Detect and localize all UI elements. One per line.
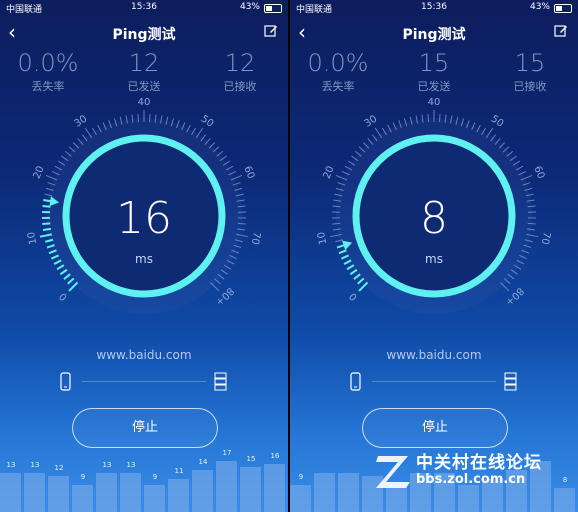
history-bar bbox=[144, 485, 165, 512]
history-bar-label: 13 bbox=[126, 461, 136, 469]
history-bar-label: 13 bbox=[102, 461, 112, 469]
stat-sent: 15 已发送 bbox=[386, 50, 482, 94]
dial-tick-label: 30 bbox=[363, 114, 380, 130]
dial-tick-label: 40 bbox=[138, 98, 151, 108]
history-bar-label: 13 bbox=[6, 461, 16, 469]
dial-tick-label: 0 bbox=[58, 290, 70, 302]
ping-stats: 0.0% 丢失率 15 已发送 15 已接收 bbox=[290, 50, 578, 96]
stat-label: 丢失率 bbox=[321, 80, 355, 93]
watermark-brand: 中关村在线论坛 bbox=[416, 453, 542, 473]
history-bar-label: 16 bbox=[270, 452, 280, 460]
history-bar-label: 17 bbox=[222, 449, 232, 457]
history-bar-label: 14 bbox=[198, 458, 208, 466]
watermark-url: bbs.zol.com.cn bbox=[416, 472, 526, 487]
dial-tick-label: 0 bbox=[348, 290, 360, 302]
stat-label: 已接收 bbox=[223, 80, 257, 93]
dial-tick-label: 50 bbox=[199, 114, 216, 130]
history-bar bbox=[48, 476, 69, 512]
history-bar bbox=[168, 479, 189, 512]
history-bar bbox=[24, 473, 45, 512]
stat-label: 已发送 bbox=[417, 80, 451, 93]
stat-received: 12 已接收 bbox=[192, 50, 288, 94]
history-bar bbox=[96, 473, 117, 512]
stat-value: 0.0% bbox=[17, 49, 79, 77]
dial-tick-label: 60 bbox=[531, 165, 546, 181]
history-bar bbox=[72, 485, 93, 512]
history-bar bbox=[264, 464, 285, 512]
stat-loss-rate: 0.0% 丢失率 bbox=[0, 50, 96, 94]
status-bar: 中国联通 15:36 43% bbox=[0, 0, 288, 16]
latency-value: 8 bbox=[420, 193, 448, 244]
target-host: www.baidu.com bbox=[386, 348, 482, 362]
history-bar-label: 13 bbox=[30, 461, 40, 469]
history-bar-label: 9 bbox=[80, 473, 86, 481]
latency-unit: ms bbox=[135, 252, 153, 266]
nav-bar: ‹ Ping测试 bbox=[290, 18, 578, 46]
history-bar-label: 15 bbox=[246, 455, 256, 463]
phone-icon bbox=[60, 372, 71, 391]
stat-sent: 12 已发送 bbox=[96, 50, 192, 94]
dial-tick-label: 30 bbox=[73, 114, 90, 130]
phone-screen-left: 中国联通 15:36 43% ‹ Ping测试 0.0% 丢失率 12 已发送 … bbox=[0, 0, 288, 512]
history-bar bbox=[240, 467, 261, 512]
battery-percent: 43% bbox=[239, 2, 260, 12]
server-icon bbox=[504, 372, 517, 391]
history-bar-label: 9 bbox=[152, 473, 158, 481]
connection-indicator bbox=[58, 372, 230, 392]
stat-label: 丢失率 bbox=[31, 80, 65, 93]
dial-tick-label: 60 bbox=[241, 165, 256, 181]
latency-unit: ms bbox=[425, 252, 443, 266]
stat-value: 12 bbox=[128, 49, 160, 77]
battery-icon bbox=[554, 4, 572, 13]
connection-line bbox=[82, 381, 206, 382]
history-bar bbox=[290, 485, 311, 512]
history-bar bbox=[216, 461, 237, 512]
history-bar bbox=[314, 473, 335, 512]
stat-value: 0.0% bbox=[307, 49, 369, 77]
page-title: Ping测试 bbox=[402, 27, 466, 43]
status-bar: 中国联通 15:36 43% bbox=[290, 0, 578, 16]
history-bar bbox=[120, 473, 141, 512]
target-host: www.baidu.com bbox=[96, 348, 192, 362]
connection-line bbox=[372, 381, 496, 382]
edit-icon[interactable] bbox=[264, 24, 278, 38]
battery-icon bbox=[264, 4, 282, 13]
history-bar bbox=[0, 473, 21, 512]
dial-tick-label: 40 bbox=[428, 98, 441, 108]
ping-history-chart: 13 13 12 9 13 13 9 11 14 17 15 16 bbox=[0, 442, 288, 512]
stat-value: 12 bbox=[224, 49, 256, 77]
stat-value: 15 bbox=[418, 49, 450, 77]
stat-label: 已发送 bbox=[127, 80, 161, 93]
history-bar-label: 9 bbox=[298, 473, 304, 481]
latency-value: 16 bbox=[116, 193, 172, 244]
dial-tick-label: 20 bbox=[32, 165, 47, 181]
page-title: Ping测试 bbox=[112, 27, 176, 43]
connection-indicator bbox=[348, 372, 520, 392]
watermark: 中关村在线论坛 bbs.zol.com.cn bbox=[372, 448, 572, 496]
history-bar-label: 11 bbox=[174, 467, 184, 475]
phone-screen-right: 中国联通 15:36 43% ‹ Ping测试 0.0% 丢失率 15 已发送 … bbox=[290, 0, 578, 512]
history-bar bbox=[338, 473, 359, 512]
nav-bar: ‹ Ping测试 bbox=[0, 18, 288, 46]
stat-loss-rate: 0.0% 丢失率 bbox=[290, 50, 386, 94]
dial-tick-label: 50 bbox=[489, 114, 506, 130]
stat-value: 15 bbox=[514, 49, 546, 77]
history-bar-label: 12 bbox=[54, 464, 64, 472]
battery-percent: 43% bbox=[529, 2, 550, 12]
phone-icon bbox=[350, 372, 361, 391]
stat-received: 15 已接收 bbox=[482, 50, 578, 94]
dial-tick-label: 20 bbox=[322, 165, 337, 181]
zol-logo-icon bbox=[376, 456, 410, 488]
ping-stats: 0.0% 丢失率 12 已发送 12 已接收 bbox=[0, 50, 288, 96]
server-icon bbox=[214, 372, 227, 391]
history-bar bbox=[192, 470, 213, 512]
stat-label: 已接收 bbox=[513, 80, 547, 93]
edit-icon[interactable] bbox=[554, 24, 568, 38]
